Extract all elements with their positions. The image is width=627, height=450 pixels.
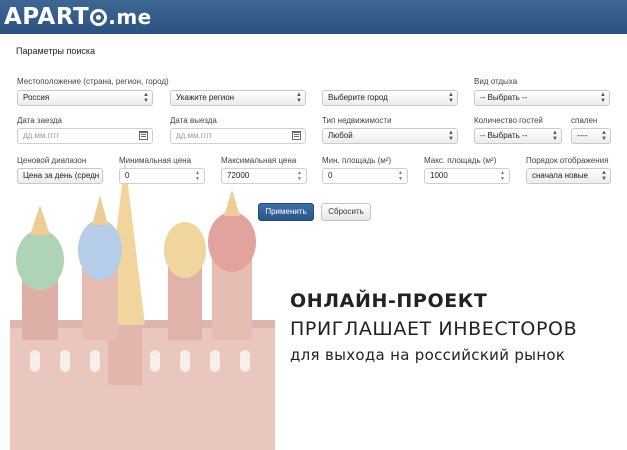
search-params-title: Параметры поиска <box>16 46 96 56</box>
property-type-select[interactable]: Любой ▲ ▼ <box>322 128 458 144</box>
min-area-value: 0 <box>328 171 333 180</box>
spinner-icon[interactable]: ▲ ▼ <box>500 170 505 182</box>
select-arrows-icon: ▲ ▼ <box>448 130 454 142</box>
sort-order-value: сначала новые <box>532 171 588 180</box>
checkout-placeholder: дд.мм.гггг <box>176 131 213 140</box>
min-area-label: Мин. площадь (м²) <box>322 156 392 165</box>
blue-dome <box>78 220 122 280</box>
gold-dome <box>164 222 206 278</box>
reset-button[interactable]: Сбросить <box>321 203 371 221</box>
max-area-label: Макс. площадь (м²) <box>424 156 497 165</box>
guests-label: Количество гостей <box>474 116 543 125</box>
guests-select[interactable]: -- Выбрать -- ▲ ▼ <box>474 128 562 144</box>
country-value: Россия <box>23 93 50 102</box>
min-price-input[interactable]: 0 ▲ ▼ <box>119 168 205 184</box>
select-arrows-icon: ▲ ▼ <box>601 130 607 142</box>
min-area-input[interactable]: 0 ▲ ▼ <box>322 168 408 184</box>
promo-headline: ОНЛАЙН-ПРОЕКТ <box>290 290 488 312</box>
region-select[interactable]: Укажите регион ▲ ▼ <box>170 90 306 106</box>
logo-tld: .me <box>108 5 152 29</box>
min-price-value: 0 <box>125 171 130 180</box>
price-range-select[interactable]: Цена за день (средн <box>17 168 103 184</box>
max-area-value: 1000 <box>430 171 448 180</box>
bedrooms-select[interactable]: ---- ▲ ▼ <box>571 128 611 144</box>
vacation-type-select[interactable]: -- Выбрать -- ▲ ▼ <box>474 90 610 106</box>
checkin-placeholder: дд.мм.гггг <box>23 131 60 140</box>
region-value: Укажите регион <box>176 93 235 102</box>
select-arrows-icon: ▲ ▼ <box>143 92 149 104</box>
city-select[interactable]: Выберите город ▲ ▼ <box>322 90 458 106</box>
select-arrows-icon: ▲ ▼ <box>296 92 302 104</box>
price-range-label: Ценовой диапазон <box>17 156 87 165</box>
vacation-type-value: -- Выбрать -- <box>480 93 528 102</box>
vacation-type-label: Вид отдыха <box>474 77 518 86</box>
select-arrows-icon: ▲ ▼ <box>601 170 607 182</box>
spinner-icon[interactable]: ▲ ▼ <box>195 170 200 182</box>
checkin-label: Дата заезда <box>17 116 62 125</box>
bedrooms-value: ---- <box>577 131 588 140</box>
logo-o-icon <box>90 9 108 26</box>
select-arrows-icon: ▲ ▼ <box>552 130 558 142</box>
max-price-value: 72000 <box>227 171 250 180</box>
site-logo[interactable]: APART .me <box>4 3 152 31</box>
location-label: Местоположение (страна, регион, город) <box>17 77 169 86</box>
property-type-value: Любой <box>328 131 353 140</box>
calendar-icon[interactable] <box>292 131 301 140</box>
min-price-label: Минимальная цена <box>119 156 192 165</box>
apply-button[interactable]: Применить <box>258 203 314 221</box>
spinner-icon[interactable]: ▲ ▼ <box>297 170 302 182</box>
promo-tagline: для выхода на российский рынок <box>290 346 566 364</box>
sort-order-label: Порядок отображения <box>526 156 609 165</box>
checkout-date-input[interactable]: дд.мм.гггг <box>170 128 306 144</box>
max-area-input[interactable]: 1000 ▲ ▼ <box>424 168 510 184</box>
country-select[interactable]: Россия ▲ ▼ <box>17 90 153 106</box>
select-arrows-icon: ▲ ▼ <box>600 92 606 104</box>
logo-text: APART <box>4 4 90 30</box>
promo-subheadline: ПРИГЛАШАЕТ ИНВЕСТОРОВ <box>290 318 578 340</box>
bedrooms-label: спален <box>571 116 598 125</box>
cathedral-illustration <box>10 160 275 450</box>
property-type-label: Тип недвижимости <box>322 116 392 125</box>
green-dome <box>16 230 64 290</box>
spinner-icon[interactable]: ▲ ▼ <box>398 170 403 182</box>
max-price-input[interactable]: 72000 ▲ ▼ <box>221 168 307 184</box>
calendar-icon[interactable] <box>139 131 148 140</box>
select-arrows-icon: ▲ ▼ <box>448 92 454 104</box>
site-header: APART .me <box>0 0 627 34</box>
sort-order-select[interactable]: сначала новые ▲ ▼ <box>526 168 611 184</box>
price-range-value: Цена за день (средн <box>23 171 100 180</box>
red-dome <box>208 212 256 272</box>
checkout-label: Дата выезда <box>170 116 217 125</box>
city-value: Выберите город <box>328 93 388 102</box>
guests-value: -- Выбрать -- <box>480 131 528 140</box>
max-price-label: Максимальная цена <box>221 156 297 165</box>
checkin-date-input[interactable]: дд.мм.гггг <box>17 128 153 144</box>
